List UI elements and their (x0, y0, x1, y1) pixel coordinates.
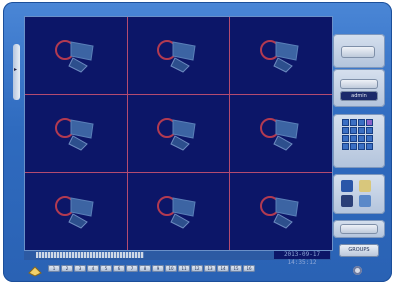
layout-option[interactable] (358, 135, 365, 142)
layout-option[interactable] (342, 143, 349, 150)
channel-button[interactable]: 3 (74, 265, 86, 272)
channel-button[interactable]: 16 (243, 265, 255, 272)
camera-icon (157, 117, 197, 151)
channel-button[interactable]: 13 (204, 265, 216, 272)
layout-option[interactable] (350, 119, 357, 126)
layout-option[interactable] (358, 143, 365, 150)
channel-button[interactable]: 10 (165, 265, 177, 272)
layout-option[interactable] (350, 143, 357, 150)
camera-icon (260, 117, 299, 151)
login-user-field[interactable]: admin (340, 91, 378, 101)
channel-button[interactable]: 1 (48, 265, 60, 272)
layout-option[interactable] (350, 135, 357, 142)
layout-option[interactable] (366, 143, 373, 150)
channel-button[interactable]: 11 (178, 265, 190, 272)
layout-option[interactable] (342, 135, 349, 142)
network-icon[interactable] (359, 195, 371, 207)
app-logo (28, 262, 42, 277)
layout-option[interactable] (358, 119, 365, 126)
exit-button[interactable] (353, 266, 362, 275)
camera-tile[interactable] (127, 17, 230, 94)
channel-button[interactable]: 12 (191, 265, 203, 272)
left-side-tab-arrow: ▸ (14, 66, 18, 73)
login-box: admin (333, 69, 385, 107)
camera-tile[interactable] (230, 173, 332, 250)
channel-button[interactable]: 6 (113, 265, 125, 272)
camera-tile[interactable] (25, 95, 127, 172)
camera-icon (157, 39, 197, 73)
layout-option[interactable] (366, 119, 373, 126)
status-strip: 2013-09-17 14:35:12 (24, 251, 331, 266)
search-icon[interactable] (341, 180, 353, 192)
camera-tile[interactable] (25, 17, 127, 94)
time-display: 2013-09-17 14:35:12 (274, 251, 330, 266)
right-panel: admin (333, 20, 385, 264)
groups-button[interactable]: GROUPS (339, 244, 379, 257)
playback-icon[interactable] (341, 195, 353, 207)
channel-button[interactable]: 8 (139, 265, 151, 272)
camera-tile[interactable] (25, 173, 127, 250)
gear-icon[interactable] (359, 180, 371, 192)
camera-tile[interactable] (230, 95, 332, 172)
logo-box (333, 34, 385, 68)
layout-option[interactable] (342, 127, 349, 134)
activity-meter (36, 252, 144, 258)
login-button[interactable] (340, 79, 378, 89)
blank-button[interactable] (340, 224, 378, 234)
channel-button[interactable]: 2 (61, 265, 73, 272)
layout-box (333, 114, 385, 168)
camera-icon (260, 195, 299, 229)
channel-button[interactable]: 5 (100, 265, 112, 272)
layout-option[interactable] (350, 127, 357, 134)
camera-icon (54, 117, 94, 151)
channel-bar: 1 2 3 4 5 6 7 8 9 10 11 12 13 14 15 16 (48, 265, 255, 272)
camera-tile[interactable] (230, 17, 332, 94)
camera-tile[interactable] (127, 95, 230, 172)
channel-button[interactable]: 15 (230, 265, 242, 272)
camera-tile[interactable] (127, 173, 230, 250)
camera-icon (157, 195, 197, 229)
blank-box (333, 220, 385, 238)
layout-option[interactable] (366, 135, 373, 142)
tools-box (333, 174, 385, 214)
layout-option[interactable] (366, 127, 373, 134)
channel-button[interactable]: 7 (126, 265, 138, 272)
camera-icon (260, 39, 299, 73)
left-side-tab[interactable]: ▸ (13, 44, 20, 100)
layout-option[interactable] (358, 127, 365, 134)
layout-option[interactable] (342, 119, 349, 126)
channel-button[interactable]: 14 (217, 265, 229, 272)
camera-icon (54, 195, 94, 229)
channel-button[interactable]: 9 (152, 265, 164, 272)
layout-selector[interactable] (342, 119, 373, 150)
camera-grid (24, 16, 333, 251)
channel-button[interactable]: 4 (87, 265, 99, 272)
camera-icon (54, 39, 94, 73)
top-action-button[interactable] (341, 46, 375, 58)
